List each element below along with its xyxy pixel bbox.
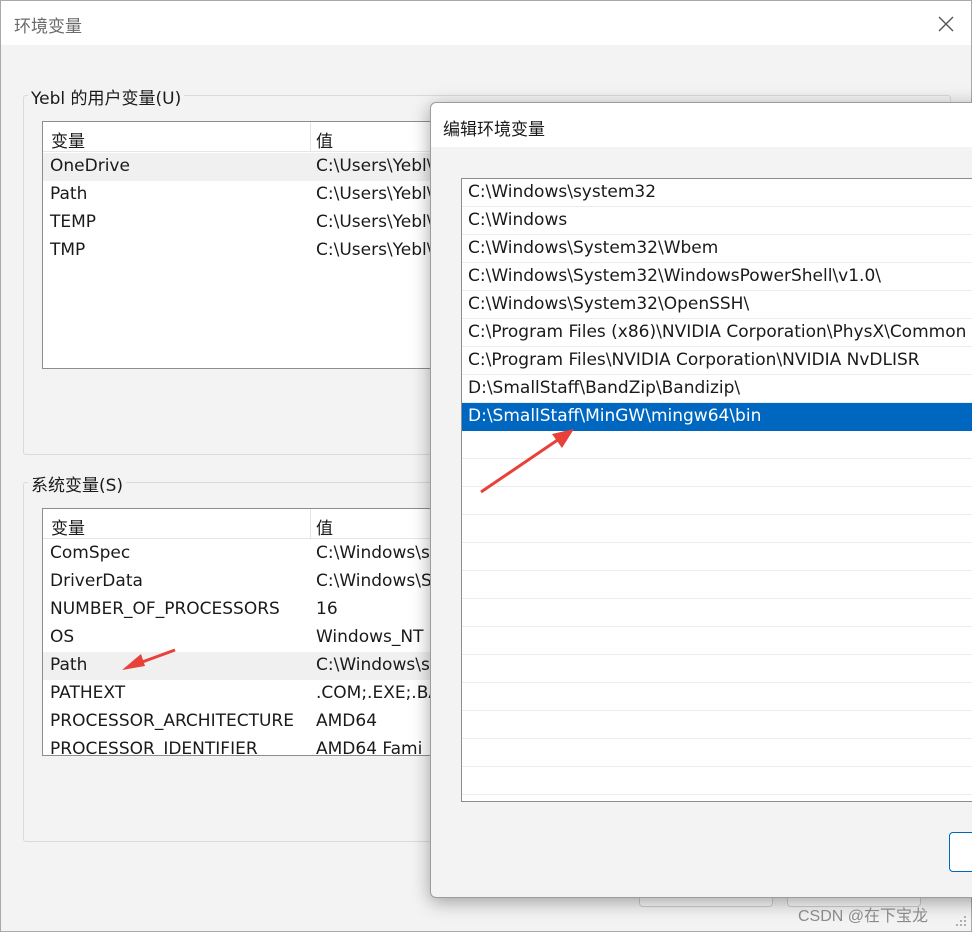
resize-grip-icon[interactable]	[954, 914, 968, 928]
system-var-name: PROCESSOR_ARCHITECTURE	[50, 711, 294, 731]
path-entry-text: C:\Program Files (x86)\NVIDIA Corporatio…	[468, 322, 967, 342]
empty-path-row[interactable]	[462, 515, 972, 543]
empty-path-row[interactable]	[462, 431, 972, 459]
close-icon[interactable]	[931, 9, 961, 39]
system-var-name: OS	[50, 627, 75, 647]
column-header-variable[interactable]: 变量	[51, 514, 85, 539]
user-var-name: Path	[50, 184, 88, 204]
path-entry-selected[interactable]: D:\SmallStaff\MinGW\mingw64\bin	[462, 403, 972, 431]
system-variables-list[interactable]: 变量 值 ComSpec C:\Windows\s DriverData C:\…	[42, 508, 462, 756]
system-var-row[interactable]: OS Windows_NT	[43, 624, 461, 652]
system-var-value: C:\Windows\S	[316, 571, 432, 591]
path-entry[interactable]: C:\Windows	[462, 207, 972, 235]
system-var-row[interactable]: NUMBER_OF_PROCESSORS 16	[43, 596, 461, 624]
system-var-name: Path	[50, 655, 88, 675]
system-var-row[interactable]: PROCESSOR_IDENTIFIER AMD64 Fami	[43, 736, 461, 756]
path-entry-text: C:\Windows\System32\OpenSSH\	[468, 294, 750, 314]
system-var-row[interactable]: ComSpec C:\Windows\s	[43, 540, 461, 568]
empty-path-row[interactable]	[462, 711, 972, 739]
system-var-name: NUMBER_OF_PROCESSORS	[50, 599, 280, 619]
empty-path-row[interactable]	[462, 655, 972, 683]
system-var-name: DriverData	[50, 571, 143, 591]
path-entry[interactable]: C:\Windows\System32\WindowsPowerShell\v1…	[462, 263, 972, 291]
path-entry[interactable]: C:\Windows\System32\Wbem	[462, 235, 972, 263]
empty-path-row[interactable]	[462, 543, 972, 571]
dialog-title: 编辑环境变量	[443, 120, 545, 140]
user-var-name: OneDrive	[50, 156, 130, 176]
system-var-value: 16	[316, 599, 338, 619]
path-entry[interactable]: C:\Windows\system32	[462, 179, 972, 207]
system-list-header: 变量 值	[43, 509, 461, 539]
system-var-value: C:\Windows\s	[316, 655, 430, 675]
user-variables-list[interactable]: 变量 值 OneDrive C:\Users\Yebl\ Path C:\Use…	[42, 121, 462, 369]
empty-path-row[interactable]	[462, 571, 972, 599]
column-header-variable[interactable]: 变量	[51, 127, 85, 152]
path-entry[interactable]: C:\Program Files\NVIDIA Corporation\NVID…	[462, 347, 972, 375]
empty-path-row[interactable]	[462, 767, 972, 795]
path-entry[interactable]: C:\Program Files (x86)\NVIDIA Corporatio…	[462, 319, 972, 347]
path-entry[interactable]: C:\Windows\System32\OpenSSH\	[462, 291, 972, 319]
path-entry-text: D:\SmallStaff\MinGW\mingw64\bin	[468, 406, 762, 426]
user-var-row[interactable]: TEMP C:\Users\Yebl\	[43, 209, 461, 237]
system-variables-label: 系统变量(S)	[28, 471, 127, 496]
empty-path-row[interactable]	[462, 487, 972, 515]
empty-path-row[interactable]	[462, 683, 972, 711]
path-entry-text: C:\Windows\System32\Wbem	[468, 238, 719, 258]
column-header-value[interactable]: 值	[316, 127, 333, 152]
csdn-watermark: CSDN @在下宝龙	[798, 908, 929, 925]
system-var-value: AMD64 Fami	[316, 739, 423, 756]
window-title: 环境变量	[14, 17, 82, 37]
path-entry[interactable]: D:\SmallStaff\BandZip\Bandizip\	[462, 375, 972, 403]
user-var-name: TEMP	[50, 212, 97, 232]
system-var-row-path[interactable]: Path C:\Windows\s	[43, 652, 461, 680]
user-variables-label: Yebl 的用户变量(U)	[28, 84, 185, 109]
user-var-value: C:\Users\Yebl\	[316, 212, 433, 232]
column-header-value[interactable]: 值	[316, 514, 333, 539]
user-var-value: C:\Users\Yebl\	[316, 184, 433, 204]
system-var-name: PATHEXT	[50, 683, 126, 703]
user-var-row[interactable]: Path C:\Users\Yebl\	[43, 181, 461, 209]
path-entry-text: C:\Windows\system32	[468, 182, 657, 202]
path-entry-text: C:\Windows	[468, 210, 568, 230]
system-var-value: .COM;.EXE;.BA	[316, 683, 441, 703]
empty-path-row[interactable]	[462, 627, 972, 655]
path-entry-text: C:\Windows\System32\WindowsPowerShell\v1…	[468, 266, 881, 286]
user-var-value: C:\Users\Yebl\	[316, 240, 433, 260]
user-var-name: TMP	[50, 240, 86, 260]
user-var-row[interactable]: OneDrive C:\Users\Yebl\	[43, 153, 461, 181]
system-var-value: C:\Windows\s	[316, 543, 430, 563]
empty-path-row[interactable]	[462, 599, 972, 627]
empty-path-row[interactable]	[462, 459, 972, 487]
system-var-name: PROCESSOR_IDENTIFIER	[50, 739, 258, 756]
path-entry-text: D:\SmallStaff\BandZip\Bandizip\	[468, 378, 741, 398]
dialog-title-bar: 编辑环境变量	[431, 103, 972, 147]
title-bar: 环境变量	[1, 1, 971, 45]
empty-path-row[interactable]	[462, 739, 972, 767]
user-var-value: C:\Users\Yebl\	[316, 156, 433, 176]
new-button-obscured[interactable]	[949, 832, 972, 872]
user-list-header: 变量 值	[43, 122, 461, 152]
system-var-value: Windows_NT	[316, 627, 424, 647]
path-entry-text: C:\Program Files\NVIDIA Corporation\NVID…	[468, 350, 920, 370]
system-var-row[interactable]: DriverData C:\Windows\S	[43, 568, 461, 596]
system-var-name: ComSpec	[50, 543, 131, 563]
user-var-row[interactable]: TMP C:\Users\Yebl\	[43, 237, 461, 265]
system-var-value: AMD64	[316, 711, 378, 731]
system-var-row[interactable]: PATHEXT .COM;.EXE;.BA	[43, 680, 461, 708]
system-var-row[interactable]: PROCESSOR_ARCHITECTURE AMD64	[43, 708, 461, 736]
path-entries-list[interactable]: C:\Windows\system32 C:\Windows C:\Window…	[461, 178, 972, 802]
edit-environment-variable-dialog: 编辑环境变量 C:\Windows\system32 C:\Windows C:…	[430, 102, 972, 898]
